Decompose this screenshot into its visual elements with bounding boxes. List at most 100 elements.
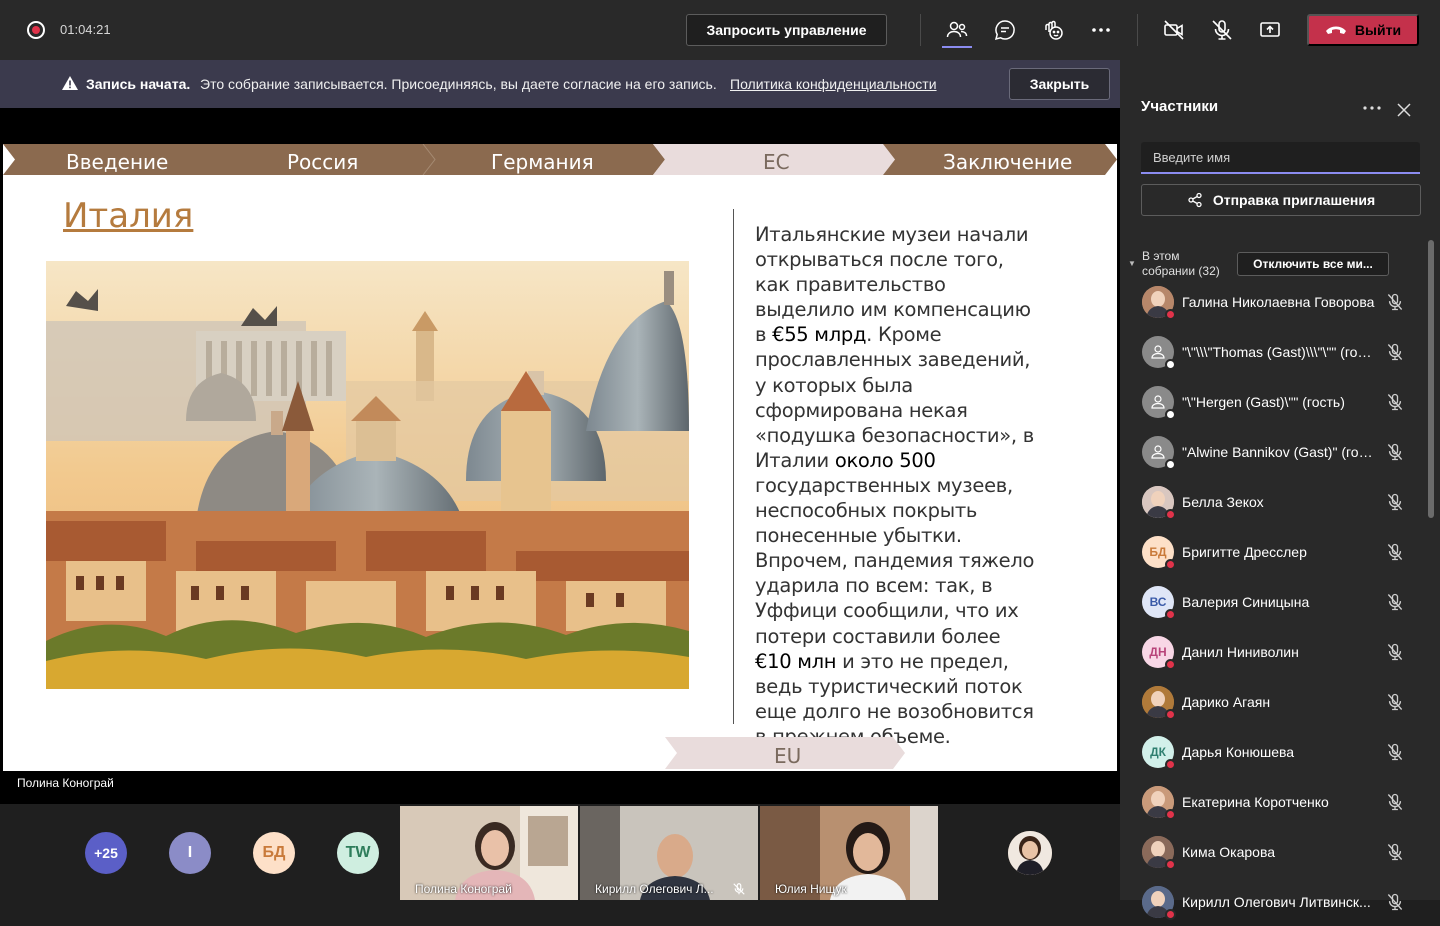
privacy-policy-link[interactable]: Политика конфиденциальности	[730, 76, 937, 92]
participant-row[interactable]: "Alwine Bannikov (Gast)" (гость)	[1120, 426, 1426, 476]
mic-off-icon	[1385, 392, 1405, 412]
recording-icon	[27, 21, 45, 39]
panel-scrollbar[interactable]	[1428, 240, 1434, 518]
participant-avatar: БД	[1142, 536, 1176, 570]
slide-title: Италия	[63, 196, 194, 236]
video-tile[interactable]: Юлия Нищук	[760, 806, 938, 900]
presence-status-icon	[1165, 659, 1176, 670]
participant-avatar: ДК	[1142, 736, 1176, 770]
share-screen-icon[interactable]	[1256, 16, 1284, 44]
participant-name: "Alwine Bannikov (Gast)" (гость)	[1182, 444, 1377, 460]
presence-status-icon	[1165, 559, 1176, 570]
meeting-timer: 01:04:21	[60, 22, 111, 37]
mic-off-icon	[1385, 842, 1405, 862]
mic-off-icon	[1385, 442, 1405, 462]
slide-nav-item-active: ЕС	[763, 150, 790, 174]
video-tile[interactable]: Полина Конограй	[400, 806, 578, 900]
send-invite-button[interactable]: Отправка приглашения	[1141, 184, 1421, 216]
participant-name: Екатерина Коротченко	[1182, 794, 1329, 810]
recording-banner: Запись начата. Это собрание записывается…	[0, 60, 1120, 108]
participant-row[interactable]: БД Бригитте Дресслер	[1120, 526, 1426, 576]
presence-status-icon	[1165, 359, 1176, 370]
video-tile[interactable]: Кирилл Олегович Л...	[580, 806, 758, 900]
participant-row[interactable]: "\"Hergen (Gast)\"" (гость)	[1120, 376, 1426, 426]
presence-status-icon	[1165, 609, 1176, 620]
presence-status-icon	[1165, 759, 1176, 770]
participant-avatar[interactable]: БД	[253, 832, 295, 874]
eu-footer-label: EU	[774, 744, 802, 768]
guest-icon	[1151, 395, 1165, 409]
chat-icon[interactable]	[991, 16, 1019, 44]
participant-name: Галина Николаевна Говорова	[1182, 294, 1375, 310]
more-participants-avatar[interactable]: +25	[85, 832, 127, 874]
presence-status-icon	[1165, 509, 1176, 520]
participant-row[interactable]: Галина Николаевна Говорова	[1120, 276, 1426, 326]
slide-text-highlight: €10 млн	[755, 649, 837, 673]
more-options-icon[interactable]	[1087, 16, 1115, 44]
mic-off-icon	[1385, 342, 1405, 362]
close-icon[interactable]	[1394, 100, 1414, 120]
people-active-indicator	[942, 46, 972, 48]
participant-avatar: ДН	[1142, 636, 1176, 670]
participant-avatar	[1142, 436, 1176, 470]
people-icon[interactable]	[943, 16, 971, 44]
participant-avatar	[1142, 286, 1176, 320]
participant-avatar[interactable]: I	[169, 832, 211, 874]
search-input[interactable]	[1141, 142, 1420, 174]
presence-status-icon	[1165, 459, 1176, 470]
avatar-initials: ДН	[1149, 645, 1167, 659]
avatar-initials: БД	[1149, 545, 1167, 559]
guest-icon	[1151, 345, 1165, 359]
in-meeting-header[interactable]: В этом собрании (32)	[1142, 249, 1220, 279]
video-name: Кирилл Олегович Л...	[595, 882, 714, 896]
participant-row[interactable]: ДН Данил Ниниволин	[1120, 626, 1426, 676]
participant-row[interactable]: "\"\\\"Thomas (Gast)\\\"\"" (гость)	[1120, 326, 1426, 376]
slide-text-highlight: около 500	[834, 448, 936, 472]
mic-off-icon	[733, 883, 745, 895]
self-avatar[interactable]	[1008, 831, 1052, 875]
mic-off-icon	[1385, 792, 1405, 812]
mic-off-icon	[1385, 642, 1405, 662]
share-icon	[1188, 192, 1202, 208]
participant-strip: +25 I БД TW Полина Конограй Кирилл Олего…	[0, 804, 1120, 900]
meeting-toolbar: 01:04:21 Запросить управление Выйти	[0, 0, 1440, 60]
participant-name: "\"\\\"Thomas (Gast)\\\"\"" (гость)	[1182, 344, 1377, 360]
slide-nav-item: Германия	[491, 150, 594, 174]
slide-divider	[733, 209, 734, 724]
mic-off-icon	[1385, 492, 1405, 512]
presenter-name: Полина Конограй	[17, 776, 114, 790]
participant-avatar	[1142, 686, 1176, 720]
request-control-button[interactable]: Запросить управление	[686, 14, 887, 46]
presence-status-icon	[1165, 709, 1176, 720]
phone-hangup-icon	[1325, 26, 1346, 34]
camera-off-icon[interactable]	[1160, 16, 1188, 44]
toolbar-divider	[1137, 14, 1138, 46]
close-banner-button[interactable]: Закрыть	[1009, 68, 1110, 100]
presence-status-icon	[1165, 859, 1176, 870]
participant-row[interactable]: ДК Дарья Конюшева	[1120, 726, 1426, 776]
participant-row[interactable]: Кима Окарова	[1120, 826, 1426, 876]
reactions-icon[interactable]	[1039, 16, 1067, 44]
participant-avatar[interactable]: TW	[337, 832, 379, 874]
avatar-initials: ВС	[1149, 595, 1167, 609]
mute-all-button[interactable]: Отключить все ми...	[1237, 252, 1389, 276]
shared-content-stage: Введение Россия Германия ЕС Заключение И…	[0, 108, 1120, 804]
panel-title: Участники	[1141, 98, 1219, 115]
rome-cityscape-image	[46, 261, 689, 689]
participant-row[interactable]: Дарико Агаян	[1120, 676, 1426, 726]
participant-avatar	[1142, 786, 1176, 820]
participant-row[interactable]: Екатерина Коротченко	[1120, 776, 1426, 826]
participant-avatar	[1142, 486, 1176, 520]
more-options-icon[interactable]	[1360, 98, 1384, 118]
slide-nav-item: Введение	[66, 150, 169, 174]
mic-off-icon[interactable]	[1208, 16, 1236, 44]
leave-label: Выйти	[1354, 22, 1402, 38]
slide-nav-item: Россия	[287, 150, 359, 174]
participant-avatar	[1142, 386, 1176, 420]
avatar-initials: ДК	[1150, 745, 1166, 759]
participant-row[interactable]: ВС Валерия Синицына	[1120, 576, 1426, 626]
leave-button[interactable]: Выйти	[1307, 14, 1419, 46]
chevron-down-icon[interactable]: ▼	[1128, 259, 1136, 268]
participant-row[interactable]: Кирилл Олегович Литвинск...	[1120, 876, 1426, 926]
participant-row[interactable]: Белла Зекох	[1120, 476, 1426, 526]
